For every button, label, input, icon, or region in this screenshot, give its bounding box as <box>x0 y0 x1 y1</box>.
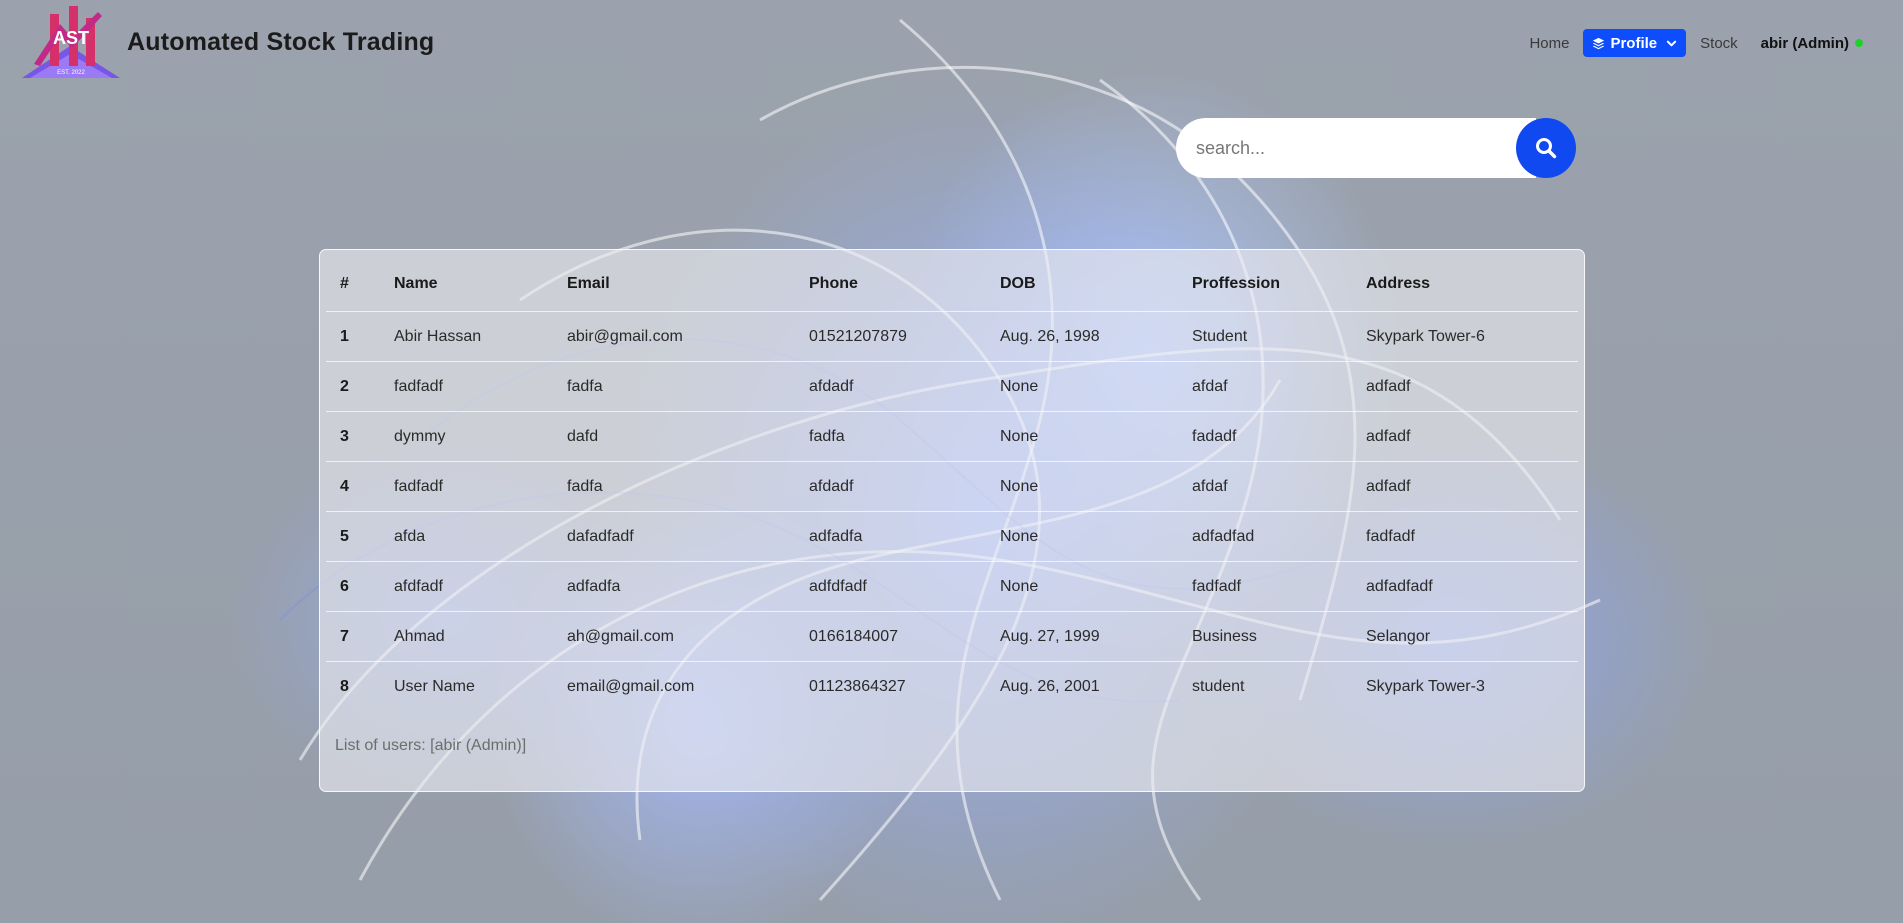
cell-name: dymmy <box>380 411 553 462</box>
cell-dob: Aug. 26, 2001 <box>1000 677 1100 695</box>
profile-label: Profile <box>1610 34 1658 52</box>
col-header-email: Email <box>553 256 795 312</box>
cell-number: 3 <box>326 411 380 462</box>
search-input[interactable] <box>1176 118 1536 178</box>
cell-address: adfadf <box>1352 361 1578 412</box>
nav-home-link[interactable]: Home <box>1518 35 1580 52</box>
cell-profession: fadfadf <box>1178 561 1352 612</box>
cell-profession: afdaf <box>1178 361 1352 412</box>
svg-text:AST: AST <box>53 28 89 48</box>
online-status-dot <box>1855 39 1863 47</box>
navbar: AST EST. 2022 Automated Stock Trading Ho… <box>0 0 1903 84</box>
layers-icon <box>1593 37 1605 49</box>
table-row: 1 Abir Hassan abir@gmail.com 01521207879… <box>326 311 1578 362</box>
col-header-name: Name <box>380 256 553 312</box>
cell-address: adfadf <box>1352 461 1578 512</box>
users-card: # Name Email Phone DOB Proffession Addre… <box>319 249 1585 792</box>
cell-phone: adfdfadf <box>795 561 986 612</box>
cell-phone: 0166184007 <box>795 611 986 662</box>
svg-text:EST. 2022: EST. 2022 <box>57 70 85 76</box>
table-row: 6 afdfadf adfadfa adfdfadf None fadfadf … <box>326 561 1578 612</box>
search-button[interactable] <box>1516 118 1576 178</box>
cell-dob: None <box>986 361 1178 412</box>
app-title[interactable]: Automated Stock Trading <box>127 28 434 57</box>
table-row: 5 afda dafadfadf adfadfa None adfadfad f… <box>326 511 1578 562</box>
col-header-dob: DOB <box>986 256 1178 312</box>
cell-dob: Aug. 26, 1998 <box>986 311 1178 362</box>
table-row: 8 User Name email@gmail.com 01123864327 … <box>326 662 1578 712</box>
table-row: 2 fadfadf fadfa afdadf None afdaf adfadf <box>326 361 1578 412</box>
cell-number: 2 <box>326 361 380 412</box>
cell-phone: 01123864327 <box>809 677 906 695</box>
cell-profession: afdaf <box>1178 461 1352 512</box>
cell-name: afda <box>380 511 553 562</box>
cell-number: 8 <box>340 677 349 695</box>
cell-address: Selangor <box>1352 611 1578 662</box>
chevron-down-icon <box>1666 40 1677 46</box>
cell-dob: None <box>986 511 1178 562</box>
cell-email: fadfa <box>553 461 795 512</box>
cell-phone: adfadfa <box>795 511 986 562</box>
cell-phone: afdadf <box>795 361 986 412</box>
cell-email: adfadfa <box>553 561 795 612</box>
cell-name: afdfadf <box>380 561 553 612</box>
cell-name: User Name <box>394 677 475 695</box>
cell-address: Skypark Tower-3 <box>1366 677 1485 695</box>
table-row: 4 fadfadf fadfa afdadf None afdaf adfadf <box>326 461 1578 512</box>
cell-number: 4 <box>326 461 380 512</box>
cell-name: Ahmad <box>380 611 553 662</box>
cell-email: ah@gmail.com <box>553 611 795 662</box>
cell-profession: fadadf <box>1178 411 1352 462</box>
table-row: 7 Ahmad ah@gmail.com 0166184007 Aug. 27,… <box>326 611 1578 662</box>
cell-dob: None <box>986 561 1178 612</box>
col-header-profession: Proffession <box>1178 256 1352 312</box>
cell-email: email@gmail.com <box>567 677 695 695</box>
cell-profession: Student <box>1178 311 1352 362</box>
cell-address: adfadf <box>1352 411 1578 462</box>
cell-email: dafd <box>553 411 795 462</box>
search-bar <box>1176 118 1576 178</box>
cell-phone: fadfa <box>795 411 986 462</box>
cell-number: 6 <box>326 561 380 612</box>
col-header-phone: Phone <box>795 256 986 312</box>
profile-dropdown-button[interactable]: Profile <box>1583 29 1687 57</box>
cell-profession: student <box>1192 677 1245 695</box>
cell-address: Skypark Tower-6 <box>1352 311 1578 362</box>
cell-number: 7 <box>326 611 380 662</box>
cell-address: adfadfadf <box>1352 561 1578 612</box>
brand-logo[interactable]: AST EST. 2022 <box>20 4 122 80</box>
cell-address: fadfadf <box>1352 511 1578 562</box>
search-icon <box>1536 138 1557 159</box>
cell-phone: 01521207879 <box>795 311 986 362</box>
cell-profession: adfadfad <box>1178 511 1352 562</box>
cell-dob: None <box>986 411 1178 462</box>
cell-email: abir@gmail.com <box>553 311 795 362</box>
cell-name: fadfadf <box>380 361 553 412</box>
users-table: # Name Email Phone DOB Proffession Addre… <box>326 256 1578 711</box>
col-header-number: # <box>326 256 380 312</box>
cell-name: Abir Hassan <box>380 311 553 362</box>
table-row: 3 dymmy dafd fadfa None fadadf adfadf <box>326 411 1578 462</box>
current-user[interactable]: abir (Admin) <box>1749 35 1863 52</box>
cell-number: 1 <box>326 311 380 362</box>
cell-phone: afdadf <box>795 461 986 512</box>
col-header-address: Address <box>1352 256 1578 312</box>
cell-profession: Business <box>1178 611 1352 662</box>
cell-dob: Aug. 27, 1999 <box>986 611 1178 662</box>
nav-stock-link[interactable]: Stock <box>1689 35 1749 52</box>
cell-name: fadfadf <box>380 461 553 512</box>
table-header-row: # Name Email Phone DOB Proffession Addre… <box>326 256 1578 312</box>
cell-dob: None <box>986 461 1178 512</box>
cell-number: 5 <box>326 511 380 562</box>
cell-email: dafadfadf <box>553 511 795 562</box>
table-caption: List of users: [abir (Admin)] <box>335 737 527 754</box>
nav-menu: Home Profile Stock abir (Admin) <box>1518 29 1863 57</box>
user-label: abir (Admin) <box>1760 34 1849 52</box>
cell-email: fadfa <box>553 361 795 412</box>
